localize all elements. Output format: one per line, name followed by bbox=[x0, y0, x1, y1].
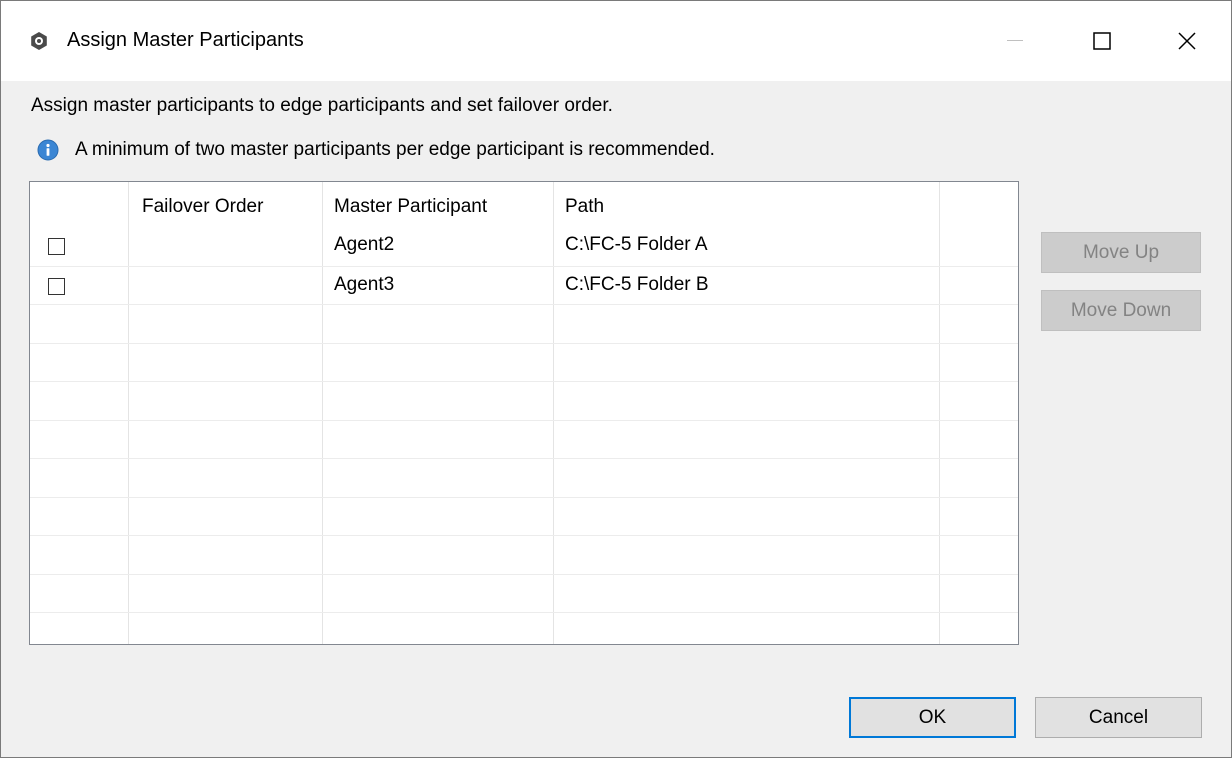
info-icon bbox=[37, 139, 59, 161]
ok-button[interactable]: OK bbox=[849, 697, 1016, 738]
row-divider bbox=[30, 381, 1018, 382]
title-bar: Assign Master Participants bbox=[1, 1, 1231, 81]
info-message: A minimum of two master participants per… bbox=[37, 139, 715, 161]
column-header-master-participant[interactable]: Master Participant bbox=[334, 196, 487, 218]
row-divider bbox=[30, 304, 1018, 305]
cancel-button[interactable]: Cancel bbox=[1035, 697, 1202, 738]
maximize-button[interactable] bbox=[1072, 17, 1132, 65]
row-divider bbox=[30, 535, 1018, 536]
info-text: A minimum of two master participants per… bbox=[75, 139, 715, 160]
column-header-path[interactable]: Path bbox=[565, 196, 604, 218]
row-divider bbox=[30, 458, 1018, 459]
minimize-icon bbox=[1007, 40, 1023, 41]
description-text: Assign master participants to edge parti… bbox=[31, 95, 613, 116]
row-divider bbox=[30, 497, 1018, 498]
row-divider bbox=[30, 612, 1018, 613]
move-up-button[interactable]: Move Up bbox=[1041, 232, 1201, 273]
master-participant-cell: Agent3 bbox=[334, 274, 395, 295]
column-header-failover-order[interactable]: Failover Order bbox=[142, 196, 263, 218]
path-cell: C:\FC-5 Folder B bbox=[565, 274, 709, 295]
row-divider bbox=[30, 266, 1018, 267]
dialog-window: Assign Master Participants Assign master… bbox=[0, 0, 1232, 758]
row-divider bbox=[30, 574, 1018, 575]
master-participants-table: Failover Order Master Participant Path A… bbox=[29, 181, 1019, 645]
move-down-button[interactable]: Move Down bbox=[1041, 290, 1201, 331]
dialog-title: Assign Master Participants bbox=[67, 29, 304, 51]
row-divider bbox=[30, 343, 1018, 344]
row-checkbox[interactable] bbox=[48, 278, 65, 295]
row-divider bbox=[30, 420, 1018, 421]
minimize-button[interactable] bbox=[985, 17, 1045, 65]
path-cell: C:\FC-5 Folder A bbox=[565, 234, 708, 255]
gear-app-icon bbox=[31, 32, 47, 50]
close-button[interactable] bbox=[1157, 17, 1217, 65]
master-participant-cell: Agent2 bbox=[334, 234, 395, 255]
row-checkbox[interactable] bbox=[48, 238, 65, 255]
close-icon bbox=[1178, 32, 1196, 50]
maximize-icon bbox=[1093, 32, 1111, 50]
